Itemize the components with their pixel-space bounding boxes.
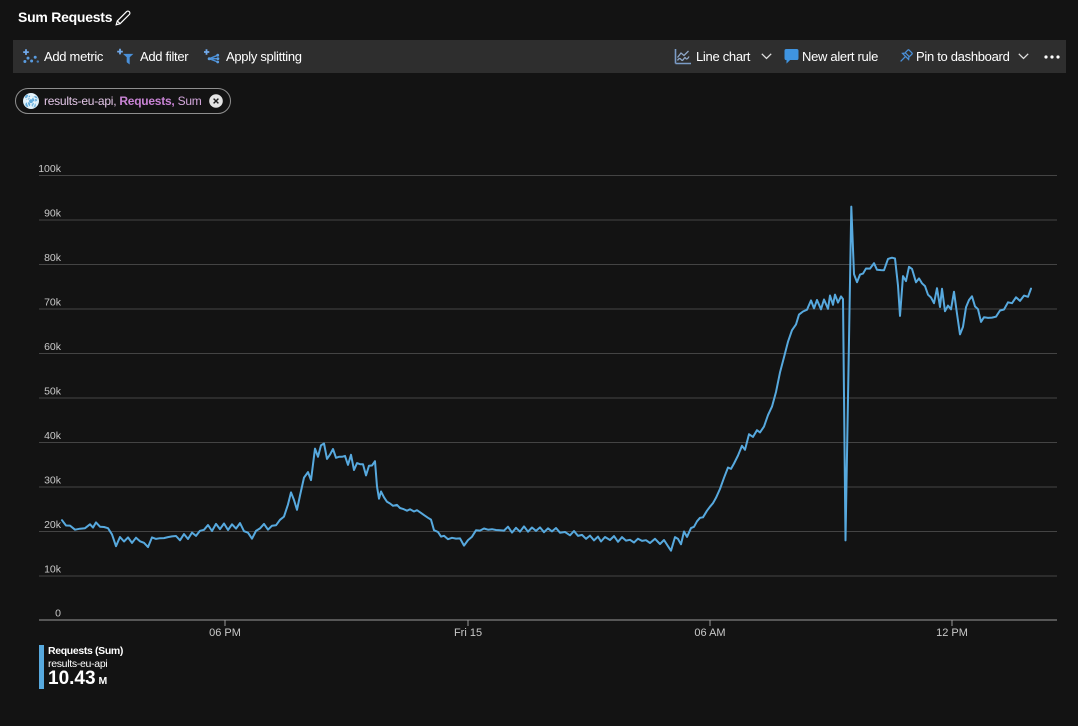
svg-text:10k: 10k [44,564,62,576]
svg-text:60k: 60k [44,341,62,353]
svg-text:0: 0 [55,608,61,620]
svg-text:12 PM: 12 PM [936,627,968,639]
svg-text:30k: 30k [44,475,62,487]
svg-text:70k: 70k [44,297,62,309]
svg-text:20k: 20k [44,519,62,531]
svg-text:06 AM: 06 AM [694,627,725,639]
svg-text:80k: 80k [44,252,62,264]
svg-text:90k: 90k [44,208,62,220]
svg-text:Fri 15: Fri 15 [454,627,482,639]
svg-text:100k: 100k [38,163,62,175]
svg-text:40k: 40k [44,430,62,442]
svg-text:06 PM: 06 PM [209,627,241,639]
svg-text:50k: 50k [44,386,62,398]
